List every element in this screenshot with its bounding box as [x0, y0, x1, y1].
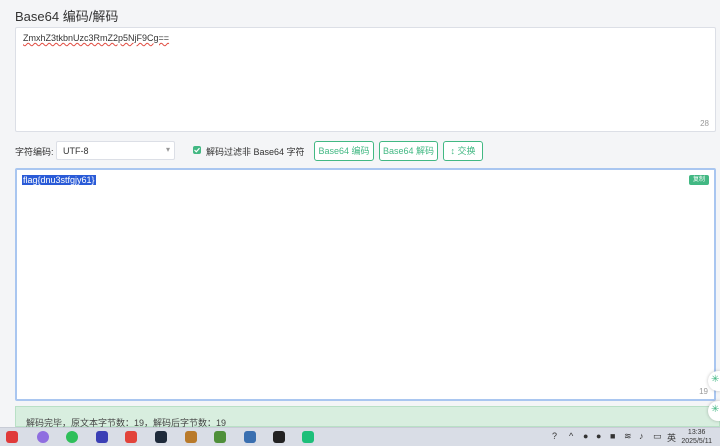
- decode-button[interactable]: Base64 解码: [379, 141, 438, 161]
- copy-button[interactable]: 复制: [689, 175, 709, 185]
- page-title: Base64 编码/解码: [15, 9, 119, 24]
- wechat-icon[interactable]: [66, 431, 78, 443]
- output-textarea[interactable]: flag{dnu3stfgjy61} 复制 19: [15, 168, 716, 401]
- chevron-down-icon: ▾: [165, 145, 170, 154]
- taskbar: ? ^ ● ● ■ ≋ ♪ ▭ 英 13:36 2025/5/11: [0, 427, 720, 446]
- box-app-icon[interactable]: [185, 431, 197, 443]
- app-icon[interactable]: [96, 431, 108, 443]
- wechat-tray-icon[interactable]: ●: [596, 431, 601, 441]
- encoding-label: 字符编码:: [15, 147, 54, 157]
- encoding-select-value: UTF-8: [63, 146, 89, 156]
- checkmark-icon: [194, 147, 200, 153]
- input-text: ZmxhZ3tkbnUzc3RmZ2p5NjF9Cg==: [23, 33, 170, 43]
- output-char-count: 19: [699, 387, 708, 396]
- input-language[interactable]: 英: [667, 431, 676, 444]
- speaker-icon[interactable]: ♪: [639, 431, 644, 441]
- input-textarea[interactable]: ZmxhZ3tkbnUzc3RmZ2p5NjF9Cg== 28: [15, 27, 716, 132]
- encoding-select[interactable]: UTF-8 ▾: [56, 141, 175, 160]
- shield-app-icon[interactable]: [155, 431, 167, 443]
- output-text: flag{dnu3stfgjy61}: [22, 175, 96, 185]
- swap-button[interactable]: ↕ 交换: [443, 141, 483, 161]
- filter-label: 解码过滤非 Base64 字符: [206, 147, 305, 157]
- battery-icon[interactable]: ▭: [653, 431, 662, 442]
- tray-app-icon[interactable]: ●: [583, 431, 588, 441]
- notebook-app-icon[interactable]: [244, 431, 256, 443]
- windows-icon[interactable]: [6, 431, 18, 443]
- input-char-count: 28: [700, 119, 709, 128]
- filter-checkbox[interactable]: [193, 146, 201, 154]
- status-bar: 解码完毕，原文本字节数：19，解码后字节数：19: [15, 406, 720, 428]
- help-icon[interactable]: ?: [552, 431, 557, 441]
- pycharm-icon[interactable]: [302, 431, 314, 443]
- bot-icon[interactable]: [37, 431, 49, 443]
- wps-icon[interactable]: [125, 431, 137, 443]
- encode-button[interactable]: Base64 编码: [314, 141, 374, 161]
- image-app-icon[interactable]: [214, 431, 226, 443]
- wifi-icon[interactable]: ≋: [624, 431, 632, 442]
- beyond-compare-icon[interactable]: [273, 431, 285, 443]
- clock[interactable]: 13:36 2025/5/11: [681, 428, 712, 446]
- tray-app-icon-2[interactable]: ■: [610, 431, 615, 441]
- chevron-up-icon[interactable]: ^: [569, 431, 573, 441]
- clock-time: 13:36: [687, 429, 706, 436]
